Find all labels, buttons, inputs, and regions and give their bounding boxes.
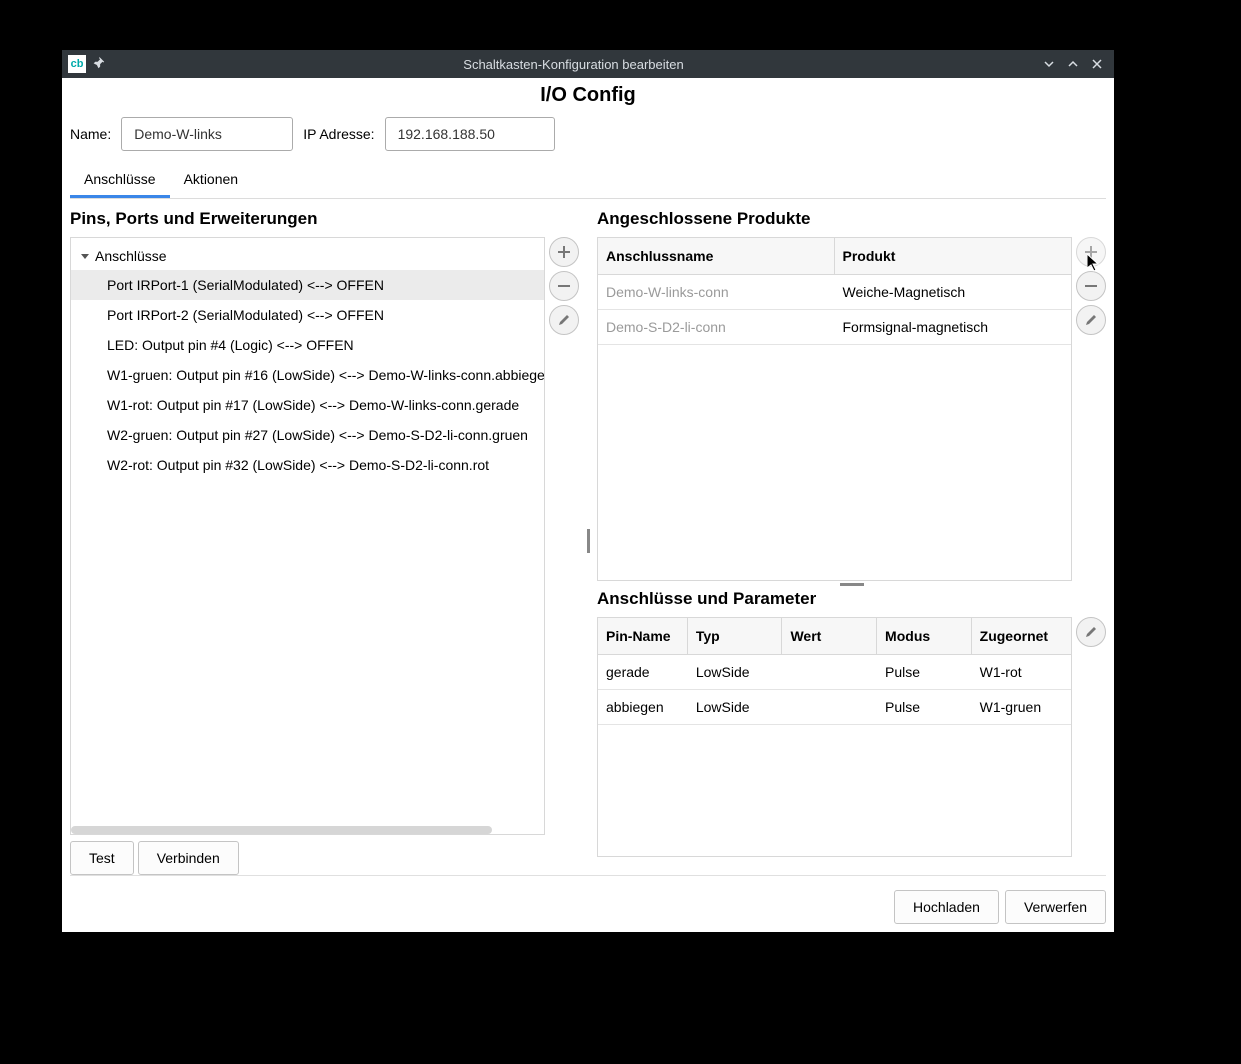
tree-item[interactable]: W1-gruen: Output pin #16 (LowSide) <--> … <box>71 360 544 390</box>
right-panel: Angeschlossene Produkte Anschlussname Pr… <box>597 207 1106 875</box>
tree-item[interactable]: W1-rot: Output pin #17 (LowSide) <--> De… <box>71 390 544 420</box>
table-header: Anschlussname Produkt <box>598 238 1071 275</box>
cell-type: LowSide <box>688 690 783 724</box>
cell-name: Demo-S-D2-li-conn <box>598 310 835 344</box>
page-title: I/O Config <box>70 78 1106 113</box>
pins-tree[interactable]: Anschlüsse Port IRPort-1 (SerialModulate… <box>70 237 545 835</box>
close-button[interactable] <box>1086 53 1108 75</box>
col-connection-name: Anschlussname <box>598 238 835 274</box>
minimize-button[interactable] <box>1038 53 1060 75</box>
col-mode: Modus <box>877 618 972 654</box>
cell-pin: gerade <box>598 655 688 689</box>
table-header: Pin-Name Typ Wert Modus Zugeornet <box>598 618 1071 655</box>
add-product-button[interactable] <box>1076 237 1106 267</box>
cell-product: Weiche-Magnetisch <box>835 275 1072 309</box>
tree-item[interactable]: Port IRPort-2 (SerialModulated) <--> OFF… <box>71 300 544 330</box>
app-icon: cb <box>68 55 86 73</box>
cell-assigned: W1-rot <box>972 655 1071 689</box>
left-panel: Pins, Ports und Erweiterungen Anschlüsse… <box>70 207 579 875</box>
col-value: Wert <box>782 618 877 654</box>
hscrollbar[interactable] <box>71 826 492 834</box>
connect-button[interactable]: Verbinden <box>138 841 239 875</box>
pins-section-title: Pins, Ports und Erweiterungen <box>70 207 579 237</box>
pin-icon[interactable] <box>92 56 105 72</box>
upload-button[interactable]: Hochladen <box>894 890 999 924</box>
name-input[interactable] <box>121 117 293 151</box>
table-row[interactable]: abbiegen LowSide Pulse W1-gruen <box>598 690 1071 725</box>
config-window: cb Schaltkasten-Konfiguration bearbeiten… <box>62 50 1114 932</box>
content-area: I/O Config Name: IP Adresse: Anschlüsse … <box>62 78 1114 932</box>
cell-type: LowSide <box>688 655 783 689</box>
tabs: Anschlüsse Aktionen <box>70 163 1106 199</box>
edit-product-button[interactable] <box>1076 305 1106 335</box>
edit-param-button[interactable] <box>1076 617 1106 647</box>
params-table[interactable]: Pin-Name Typ Wert Modus Zugeornet gerade… <box>597 617 1072 857</box>
tab-actions[interactable]: Aktionen <box>170 163 252 198</box>
cell-product: Formsignal-magnetisch <box>835 310 1072 344</box>
cell-value <box>782 690 877 724</box>
add-pin-button[interactable] <box>549 237 579 267</box>
table-row[interactable]: Demo-W-links-conn Weiche-Magnetisch <box>598 275 1071 310</box>
table-row[interactable]: Demo-S-D2-li-conn Formsignal-magnetisch <box>598 310 1071 345</box>
footer: Hochladen Verwerfen <box>70 875 1106 924</box>
params-section-title: Anschlüsse und Parameter <box>597 587 1106 617</box>
vertical-splitter[interactable] <box>585 207 591 875</box>
ip-label: IP Adresse: <box>303 126 374 142</box>
test-button[interactable]: Test <box>70 841 134 875</box>
ip-input[interactable] <box>385 117 555 151</box>
tree-item[interactable]: W2-rot: Output pin #32 (LowSide) <--> De… <box>71 450 544 480</box>
col-assigned: Zugeornet <box>972 618 1071 654</box>
col-type: Typ <box>688 618 783 654</box>
col-pin-name: Pin-Name <box>598 618 688 654</box>
cell-value <box>782 655 877 689</box>
remove-pin-button[interactable] <box>549 271 579 301</box>
name-label: Name: <box>70 126 111 142</box>
tree-group-connections[interactable]: Anschlüsse <box>71 242 544 270</box>
panels: Pins, Ports und Erweiterungen Anschlüsse… <box>70 199 1106 875</box>
maximize-button[interactable] <box>1062 53 1084 75</box>
caret-down-icon <box>81 254 89 259</box>
col-product: Produkt <box>835 238 1072 274</box>
edit-pin-button[interactable] <box>549 305 579 335</box>
products-table[interactable]: Anschlussname Produkt Demo-W-links-conn … <box>597 237 1072 581</box>
table-row[interactable]: gerade LowSide Pulse W1-rot <box>598 655 1071 690</box>
cell-mode: Pulse <box>877 655 972 689</box>
products-section-title: Angeschlossene Produkte <box>597 207 1106 237</box>
tab-connections[interactable]: Anschlüsse <box>70 163 170 198</box>
tree-item[interactable]: LED: Output pin #4 (Logic) <--> OFFEN <box>71 330 544 360</box>
window-title: Schaltkasten-Konfiguration bearbeiten <box>111 57 1036 72</box>
cell-pin: abbiegen <box>598 690 688 724</box>
remove-product-button[interactable] <box>1076 271 1106 301</box>
name-ip-row: Name: IP Adresse: <box>70 113 1106 163</box>
titlebar: cb Schaltkasten-Konfiguration bearbeiten <box>62 50 1114 78</box>
discard-button[interactable]: Verwerfen <box>1005 890 1106 924</box>
cell-mode: Pulse <box>877 690 972 724</box>
tree-item[interactable]: W2-gruen: Output pin #27 (LowSide) <--> … <box>71 420 544 450</box>
tree-group-label: Anschlüsse <box>95 248 167 264</box>
tree-item[interactable]: Port IRPort-1 (SerialModulated) <--> OFF… <box>71 270 544 300</box>
cell-name: Demo-W-links-conn <box>598 275 835 309</box>
cell-assigned: W1-gruen <box>972 690 1071 724</box>
